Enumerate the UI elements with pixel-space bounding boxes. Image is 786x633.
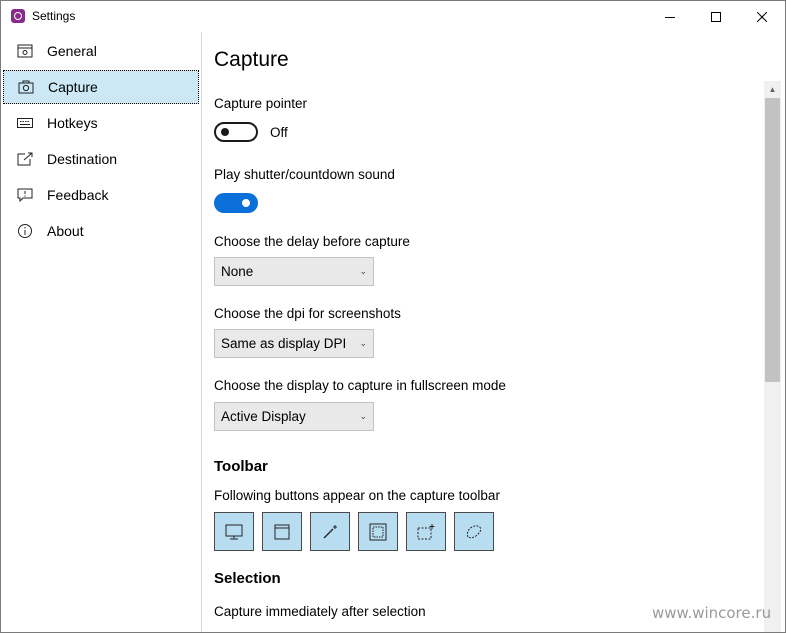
selection-heading: Selection: [214, 570, 281, 587]
capture-pointer-toggle[interactable]: [214, 122, 258, 142]
toolbar-rectangle-button[interactable]: [406, 512, 446, 551]
toggle-knob: [242, 199, 250, 207]
fullscreen-capture-icon: [225, 524, 243, 539]
chevron-down-icon: ⌄: [359, 338, 367, 348]
maximize-icon: [711, 11, 721, 22]
general-icon: [17, 43, 33, 59]
sidebar-item-label: General: [47, 43, 97, 59]
app-icon: [11, 9, 25, 23]
feedback-icon: [17, 187, 33, 203]
window-capture-icon: [274, 524, 290, 539]
delay-value: None: [221, 264, 254, 279]
shutter-sound-toggle[interactable]: [214, 193, 258, 213]
close-icon: [757, 11, 767, 22]
info-icon: [17, 223, 33, 239]
toolbar-heading: Toolbar: [214, 458, 268, 475]
delay-select[interactable]: None ⌄: [214, 257, 374, 286]
region-capture-icon: [369, 523, 387, 540]
sidebar-item-feedback[interactable]: Feedback: [3, 178, 199, 212]
settings-window: Settings General Capture Hotkeys Destina…: [0, 0, 786, 633]
toolbar-fullscreen-button[interactable]: [214, 512, 254, 551]
sidebar-item-label: About: [47, 223, 84, 239]
scroll-up-arrow-icon[interactable]: ▲: [764, 81, 781, 98]
sidebar-item-destination[interactable]: Destination: [3, 142, 199, 176]
chevron-down-icon: ⌄: [359, 411, 367, 421]
camera-icon: [18, 79, 34, 95]
maximize-button[interactable]: [693, 1, 739, 32]
shutter-sound-label: Play shutter/countdown sound: [214, 167, 395, 182]
dpi-select[interactable]: Same as display DPI ⌄: [214, 329, 374, 358]
keyboard-icon: [17, 115, 33, 131]
toggle-knob: [221, 128, 229, 136]
capture-pointer-state: Off: [270, 125, 288, 140]
toolbar-region-button[interactable]: [358, 512, 398, 551]
display-value: Active Display: [221, 409, 306, 424]
destination-icon: [17, 151, 33, 167]
sidebar-item-general[interactable]: General: [3, 34, 199, 68]
minimize-icon: [665, 16, 675, 18]
sidebar-item-label: Hotkeys: [47, 115, 98, 131]
toolbar-window-button[interactable]: [262, 512, 302, 551]
dpi-value: Same as display DPI: [221, 336, 347, 351]
sidebar-item-about[interactable]: About: [3, 214, 199, 248]
sidebar-item-label: Capture: [48, 79, 98, 95]
capture-pointer-label: Capture pointer: [214, 96, 308, 111]
sidebar-item-hotkeys[interactable]: Hotkeys: [3, 106, 199, 140]
page-title: Capture: [214, 48, 289, 71]
display-label: Choose the display to capture in fullscr…: [214, 378, 506, 393]
sidebar-nav: General Capture Hotkeys Destination Feed…: [1, 32, 202, 632]
delay-label: Choose the delay before capture: [214, 234, 410, 249]
watermark: www.wincore.ru: [652, 604, 772, 622]
close-button[interactable]: [739, 1, 785, 32]
sidebar-item-label: Feedback: [47, 187, 109, 203]
capture-settings-panel: Capture Capture pointer Off Play shutter…: [214, 32, 762, 632]
vertical-scrollbar[interactable]: ▲: [764, 81, 781, 632]
chevron-down-icon: ⌄: [359, 266, 367, 276]
title-bar: Settings: [1, 1, 785, 32]
toolbar-freeform-button[interactable]: [454, 512, 494, 551]
rectangle-selection-icon: [417, 523, 435, 539]
sidebar-item-capture[interactable]: Capture: [3, 70, 199, 104]
freeform-selection-icon: [466, 524, 482, 538]
toolbar-description: Following buttons appear on the capture …: [214, 488, 500, 503]
minimize-button[interactable]: [647, 1, 693, 32]
sidebar-item-label: Destination: [47, 151, 118, 167]
toolbar-magic-wand-button[interactable]: [310, 512, 350, 551]
window-title: Settings: [32, 9, 76, 23]
scroll-thumb[interactable]: [765, 98, 780, 382]
capture-immediately-label: Capture immediately after selection: [214, 604, 426, 619]
magic-wand-icon: [323, 524, 337, 538]
display-select[interactable]: Active Display ⌄: [214, 402, 374, 431]
dpi-label: Choose the dpi for screenshots: [214, 306, 401, 321]
